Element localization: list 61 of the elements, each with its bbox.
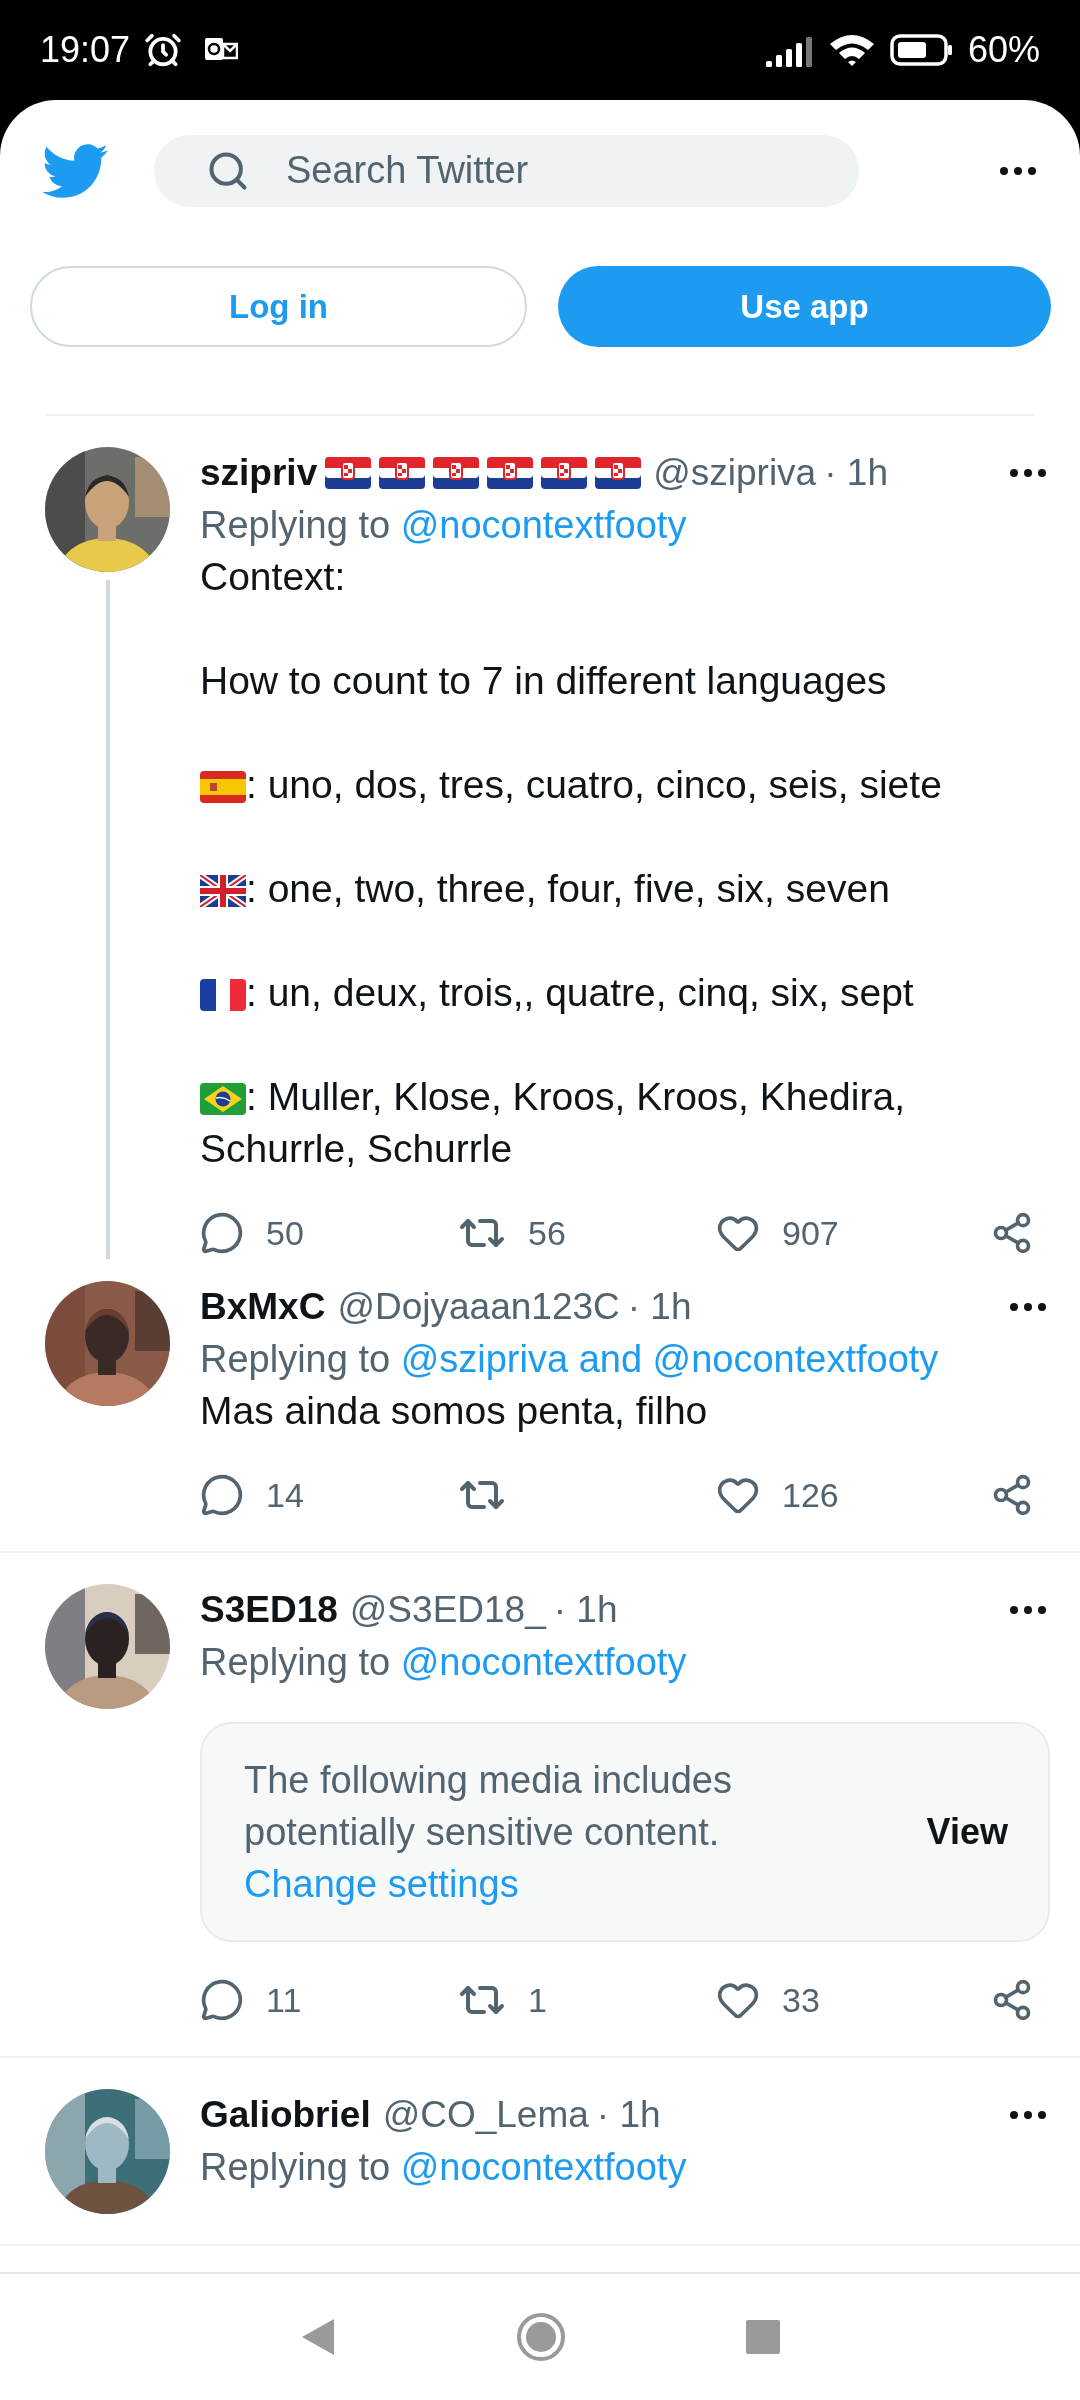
user-handle: @S3ED18_ (349, 1589, 546, 1631)
mention-link[interactable]: @szipriva and @nocontextfooty (400, 1338, 939, 1380)
retweet-count: 56 (528, 1213, 566, 1253)
mention-link[interactable]: @nocontextfooty (400, 2146, 687, 2188)
tweet-time: · 1h (627, 1286, 692, 1328)
like-count: 907 (782, 1213, 839, 1253)
user-handle: @szipriva (653, 452, 817, 494)
display-name[interactable]: BxMxC (200, 1286, 326, 1328)
tweet-time: · 1h (553, 1589, 618, 1631)
retweet-count: 1 (528, 1980, 547, 2020)
flag-icon (595, 457, 642, 489)
tweet-text: Context: (200, 554, 347, 600)
tweet-text: : one, two, three, four, five, six, seven (200, 863, 1050, 915)
tweet-text: How to count to 7 in different languages (200, 658, 888, 704)
tweet-text: : un, deux, trois,, quatre, cinq, six, sept (200, 967, 1050, 1019)
flag-icon (541, 457, 588, 489)
reply-icon[interactable] (200, 1473, 244, 1517)
flag-icon (200, 771, 246, 803)
mention-link[interactable]: @nocontextfooty (400, 504, 687, 546)
flag-icon (200, 875, 246, 907)
alarm-icon (144, 31, 183, 69)
flag-icon (200, 1083, 246, 1115)
view-button[interactable]: View (926, 1811, 1008, 1853)
tweet-time: · 1h (596, 2094, 661, 2136)
tweet-text: Mas ainda somos penta, filho (200, 1388, 709, 1434)
battery-icon (889, 34, 954, 66)
home-button[interactable] (516, 2312, 566, 2362)
reply-count: 11 (266, 1980, 302, 2020)
flag-icon (379, 457, 426, 489)
bird-icon[interactable] (42, 142, 108, 199)
display-name[interactable]: S3ED18 (200, 1589, 338, 1631)
change-settings-link[interactable]: Change settings (244, 1858, 519, 1910)
replying-to-text: Replying to @szipriva and @nocontextfooty (200, 1337, 940, 1382)
display-name[interactable]: szipriv (200, 452, 318, 494)
flag-icon (325, 457, 372, 489)
tweet-text: : Muller, Klose, Kroos, Kroos, Khedira, Schurrle, Schurrle (200, 1074, 906, 1172)
reply-count: 14 (266, 1475, 304, 1515)
replying-to-text: Replying to @nocontextfooty (200, 1640, 688, 1685)
use-app-button[interactable]: Use app (558, 266, 1051, 347)
display-name[interactable]: Galiobriel (200, 2094, 371, 2136)
user-handle: @CO_Lema (382, 2094, 589, 2136)
mention-link[interactable]: @nocontextfooty (400, 1641, 687, 1683)
like-count: 33 (782, 1980, 820, 2020)
flag-icon (200, 979, 246, 1011)
notice-text: The following media includes potentially sensitive content. (244, 1758, 733, 1855)
search-field[interactable]: Search Twitter (154, 134, 859, 207)
login-button[interactable]: Log in (30, 266, 527, 347)
tweet-time: · 1h (824, 452, 888, 494)
clock-time: 19:07 (40, 29, 131, 71)
flag-icon (433, 457, 480, 489)
user-handle: @Dojyaaan123C (337, 1286, 620, 1328)
battery-percentage: 60% (967, 29, 1040, 71)
replying-to-text: Replying to @nocontextfooty (200, 503, 688, 548)
flag-icon (487, 457, 534, 489)
reply-icon[interactable] (200, 1978, 244, 2022)
tweet-text: : uno, dos, tres, cuatro, cinco, seis, siete (200, 759, 1050, 811)
back-button[interactable] (300, 2317, 336, 2357)
like-count: 126 (782, 1475, 839, 1515)
replying-to-text: Replying to @nocontextfooty (200, 2145, 688, 2190)
reply-icon[interactable] (200, 1211, 244, 1255)
reply-count: 50 (266, 1213, 304, 1253)
